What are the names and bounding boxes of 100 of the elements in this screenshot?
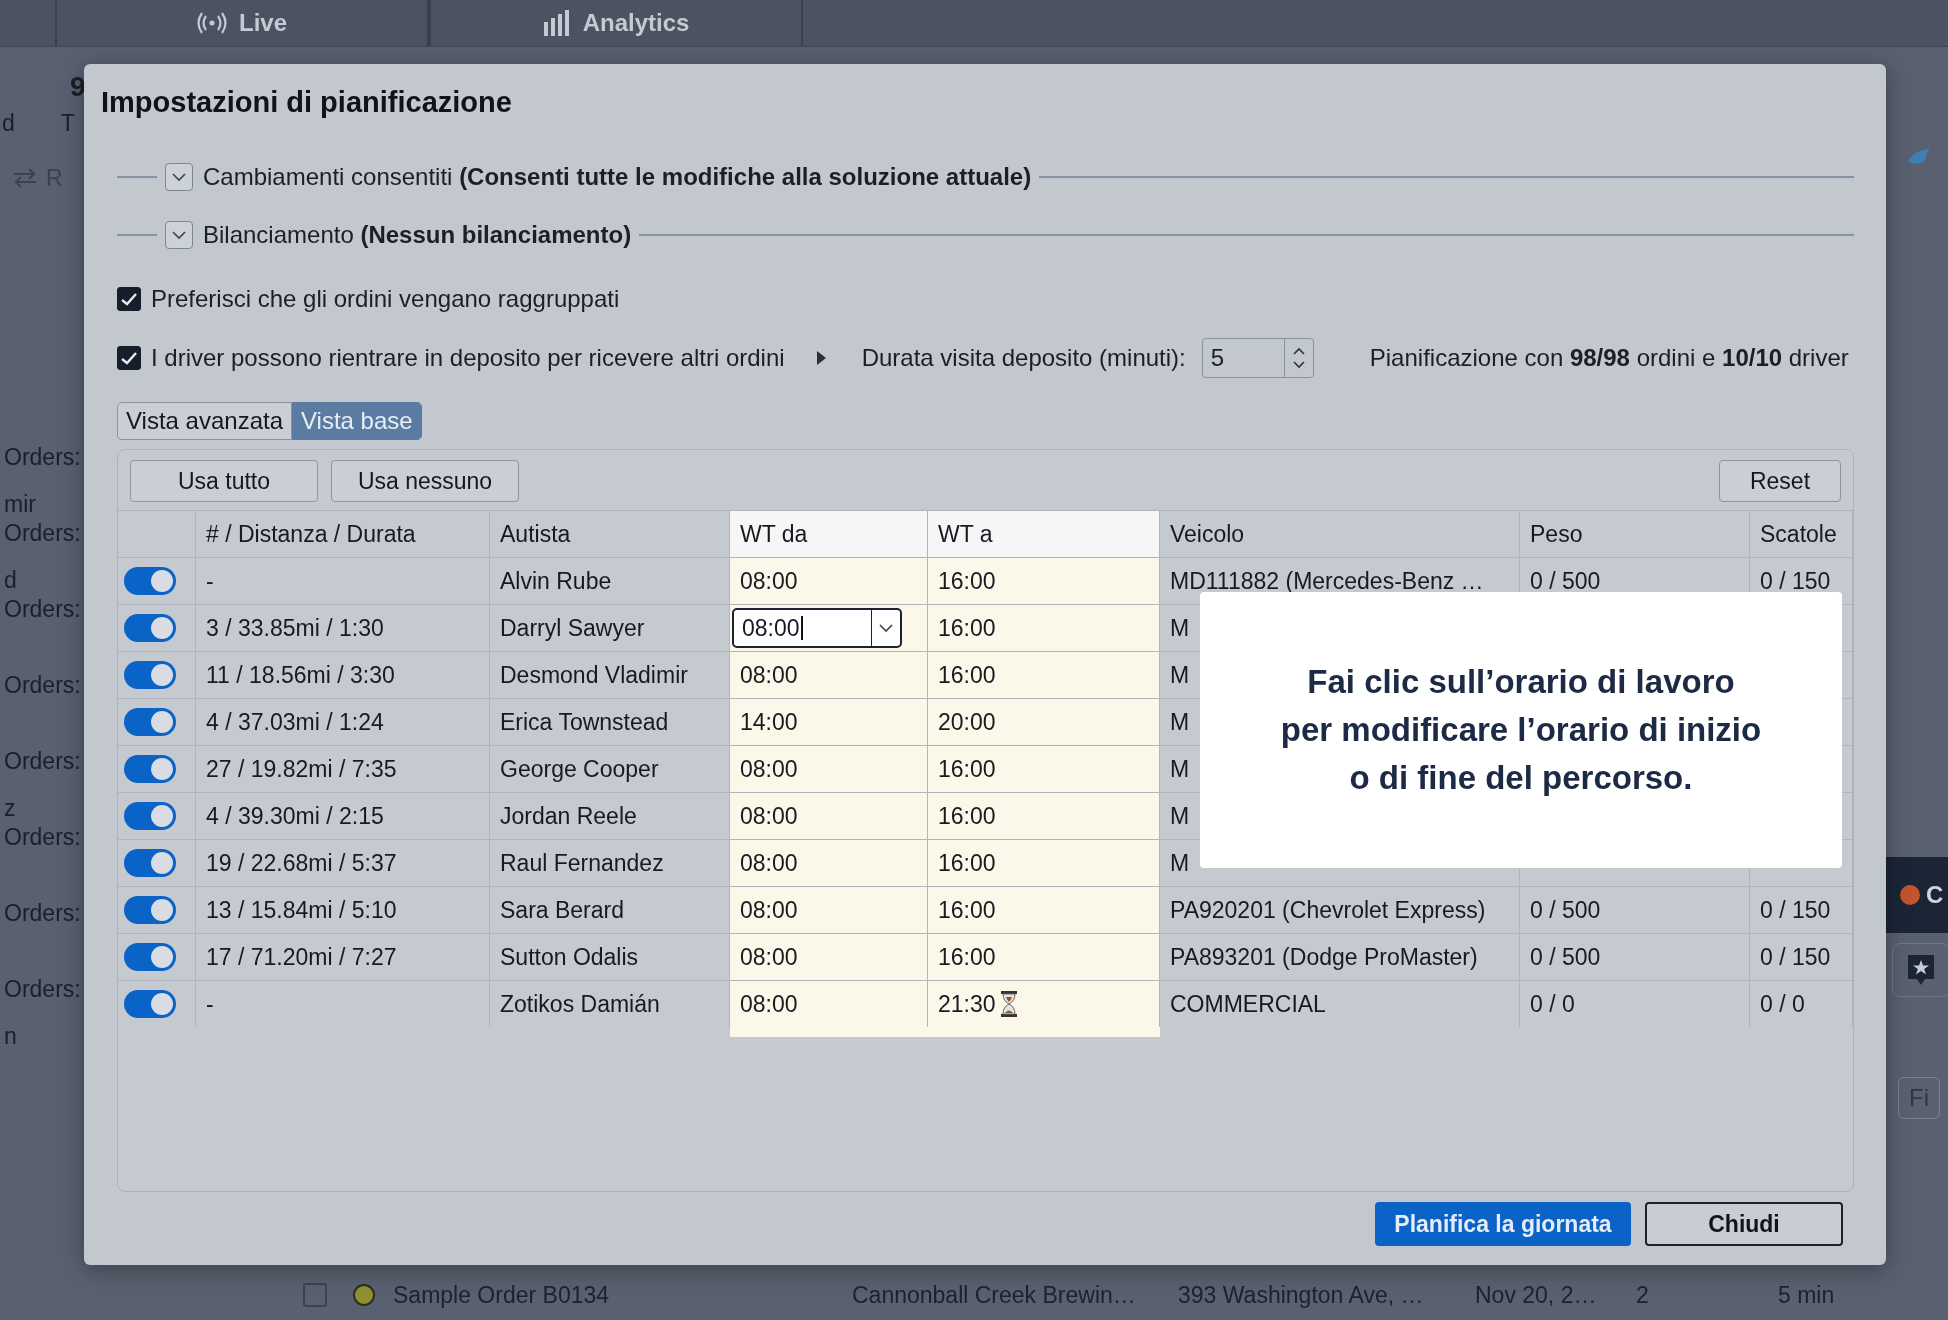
table-cell[interactable]: 20:00 bbox=[928, 699, 1160, 745]
toggle-switch[interactable] bbox=[124, 990, 176, 1018]
table-cell[interactable]: 08:00 bbox=[730, 934, 928, 980]
time-text: 16:00 bbox=[938, 661, 996, 689]
app-tab[interactable]: Live bbox=[55, 0, 429, 46]
sidebar-text: d bbox=[2, 109, 15, 137]
table-cell[interactable]: 16:00 bbox=[928, 652, 1160, 698]
table-cell: 0 / 0 bbox=[1520, 981, 1750, 1027]
table-cell[interactable]: 14:00 bbox=[730, 699, 928, 745]
time-text: 16:00 bbox=[938, 567, 996, 595]
column-header: WT a bbox=[928, 511, 1160, 557]
table-cell: 0 / 150 bbox=[1750, 887, 1853, 933]
checkbox[interactable] bbox=[117, 287, 141, 311]
table-cell[interactable]: 08:00 bbox=[730, 887, 928, 933]
table-cell[interactable]: 16:00 bbox=[928, 840, 1160, 886]
orders-label: Orders: bbox=[4, 900, 81, 926]
view-tab[interactable]: Vista avanzata bbox=[117, 402, 292, 440]
time-text: 16:00 bbox=[938, 896, 996, 924]
chevron-icon bbox=[172, 172, 186, 182]
table-cell[interactable]: 08:00 bbox=[730, 840, 928, 886]
table-cell[interactable]: 08:00 bbox=[730, 652, 928, 698]
table-cell: COMMERCIAL bbox=[1160, 981, 1520, 1027]
triangle-right-icon bbox=[816, 351, 826, 365]
column-header: Peso bbox=[1520, 511, 1750, 557]
table-cell[interactable]: 16:00 bbox=[928, 558, 1160, 604]
table-cell[interactable]: 16:00 bbox=[928, 934, 1160, 980]
orders-label: Orders: bbox=[4, 672, 81, 698]
table-cell: 0 / 150 bbox=[1750, 934, 1853, 980]
table-cell: 11 / 18.56mi / 3:30 bbox=[196, 652, 490, 698]
section-title: Cambiamenti consentiti (Consenti tutte le modifiche alla soluzione attuale) bbox=[203, 163, 1032, 191]
table-cell[interactable]: 08:00 bbox=[730, 981, 928, 1027]
orders-label: Orders: bbox=[4, 748, 81, 774]
dialog-button[interactable]: Planifica la giornata bbox=[1375, 1202, 1631, 1246]
reset-button[interactable]: Reset bbox=[1719, 460, 1841, 502]
column-header: WT da bbox=[730, 511, 928, 557]
expand-button[interactable] bbox=[165, 221, 193, 249]
tab-label: Live bbox=[239, 9, 287, 37]
table-cell: 0 / 0 bbox=[1750, 981, 1853, 1027]
table-cell[interactable]: 21:30 bbox=[928, 981, 1160, 1027]
toggle-switch[interactable] bbox=[124, 802, 176, 830]
toggle-switch[interactable] bbox=[124, 896, 176, 924]
time-text: 16:00 bbox=[938, 943, 996, 971]
toolbar-button[interactable]: Usa nessuno bbox=[331, 460, 519, 502]
bar-chart-icon bbox=[542, 10, 571, 36]
toggle-switch[interactable] bbox=[124, 708, 176, 736]
option-label: Preferisci che gli ordini vengano raggruppati bbox=[151, 285, 620, 313]
time-text: 16:00 bbox=[938, 802, 996, 830]
table-cell: 27 / 19.82mi / 7:35 bbox=[196, 746, 490, 792]
table-cell: - bbox=[196, 558, 490, 604]
number-field[interactable]: 5 bbox=[1201, 338, 1314, 378]
column-header: Scatole bbox=[1750, 511, 1853, 557]
table-cell: 0 / 500 bbox=[1520, 887, 1750, 933]
table-cell[interactable]: 08:00 bbox=[730, 558, 928, 604]
toggle-switch[interactable] bbox=[124, 943, 176, 971]
option-label: I driver possono rientrare in deposito per ricevere altri ordini bbox=[151, 344, 785, 372]
table-cell: PA920201 (Chevrolet Express) bbox=[1160, 887, 1520, 933]
table-cell: 17 / 71.20mi / 7:27 bbox=[196, 934, 490, 980]
row-checkbox[interactable] bbox=[303, 1283, 327, 1307]
sidebar-text: T bbox=[60, 109, 75, 137]
table-cell: 19 / 22.68mi / 5:37 bbox=[196, 840, 490, 886]
toolbar-button[interactable]: Usa tutto bbox=[130, 460, 318, 502]
table-cell[interactable]: 16:00 bbox=[928, 605, 1160, 651]
orders-label: Orders: bbox=[4, 520, 81, 546]
table-cell[interactable]: 08:00 bbox=[730, 793, 928, 839]
time-text: 16:00 bbox=[938, 755, 996, 783]
table-cell[interactable]: 16:00 bbox=[928, 746, 1160, 792]
table-cell[interactable]: 08:00 bbox=[730, 746, 928, 792]
orders-label: Orders: bbox=[4, 824, 81, 850]
table-cell[interactable]: 16:00 bbox=[928, 793, 1160, 839]
dialog-title: Impostazioni di pianificazione bbox=[101, 85, 513, 120]
star-tag-icon bbox=[1906, 953, 1936, 987]
time-text: 16:00 bbox=[938, 849, 996, 877]
hourglass-icon bbox=[999, 991, 1018, 1017]
toggle-switch[interactable] bbox=[124, 661, 176, 689]
checkbox[interactable] bbox=[117, 346, 141, 370]
column-header: # / Distanza / Durata bbox=[196, 511, 490, 557]
time-text: 16:00 bbox=[938, 614, 996, 642]
view-tab[interactable]: Vista base bbox=[292, 402, 422, 440]
toggle-switch[interactable] bbox=[124, 567, 176, 595]
time-field[interactable]: 08:00 bbox=[732, 608, 902, 648]
chevron-icon bbox=[172, 230, 186, 240]
app-tab[interactable]: Analytics bbox=[429, 0, 803, 46]
table-cell: 4 / 39.30mi / 2:15 bbox=[196, 793, 490, 839]
driver-name: d bbox=[4, 567, 17, 593]
expand-button[interactable] bbox=[165, 163, 193, 191]
section-title: Bilanciamento (Nessun bilanciamento) bbox=[203, 221, 632, 249]
stepper-arrows-icon[interactable] bbox=[1291, 345, 1306, 371]
dialog-button[interactable]: Chiudi bbox=[1645, 1202, 1843, 1246]
table-cell: PA893201 (Dodge ProMaster) bbox=[1160, 934, 1520, 980]
table-cell[interactable]: 16:00 bbox=[928, 887, 1160, 933]
table-cell: 13 / 15.84mi / 5:10 bbox=[196, 887, 490, 933]
toggle-switch[interactable] bbox=[124, 755, 176, 783]
table-cell-text: Sample Order B0134 bbox=[393, 1281, 611, 1309]
tab-label: Analytics bbox=[582, 9, 690, 37]
broadcast-icon bbox=[197, 12, 227, 34]
toggle-switch[interactable] bbox=[124, 849, 176, 877]
tutorial-tip: Fai clic sull’orario di lavoro per modificare l’orario di inizio o di fine del percorso. bbox=[1200, 592, 1842, 868]
toggle-switch[interactable] bbox=[124, 614, 176, 642]
table-cell-text: 2 bbox=[1636, 1281, 1650, 1309]
check-icon bbox=[121, 292, 137, 306]
